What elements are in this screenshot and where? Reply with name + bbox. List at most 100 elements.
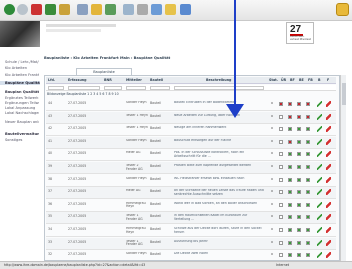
table-row[interactable]: 38 27.07.2005 Sander Heyn Bauteil WC Heizstr… — [46, 175, 336, 187]
status-flag-icon[interactable] — [279, 202, 283, 207]
table-row[interactable]: 34 27.07.2005 Himmelgrau Heyn Bauteil Schlit… — [46, 225, 336, 237]
scrollbar[interactable] — [340, 75, 346, 261]
status-flag-icon[interactable] — [288, 114, 292, 119]
status-flag-icon[interactable] — [306, 127, 310, 132]
sidebar-item[interactable]: Ergänzungen Teilwerk — [5, 101, 39, 105]
status-flag-icon[interactable] — [288, 240, 292, 245]
status-flag-icon[interactable] — [306, 139, 310, 144]
status-flag-icon[interactable] — [306, 202, 310, 207]
status-flag-icon[interactable] — [306, 114, 310, 119]
status-flag-icon[interactable] — [288, 102, 292, 106]
print-icon[interactable] — [137, 4, 148, 15]
check-icon[interactable] — [317, 252, 322, 259]
sidebar-item[interactable]: Klo Arbeiten — [5, 66, 39, 70]
column-header[interactable]: FB — [308, 78, 313, 82]
status-flag-icon[interactable] — [297, 177, 301, 182]
status-flag-icon[interactable] — [279, 215, 283, 220]
status-flag-icon[interactable] — [297, 215, 301, 220]
check-icon[interactable] — [317, 151, 322, 158]
status-flag-icon[interactable] — [306, 152, 310, 157]
edit-pencil-icon[interactable] — [326, 252, 331, 259]
status-flag-icon[interactable] — [279, 228, 283, 232]
edit-pencil-icon[interactable] — [326, 138, 331, 145]
column-header[interactable]: ÜR — [281, 78, 286, 82]
status-flag-icon[interactable] — [279, 152, 283, 157]
row-description-link[interactable]: in den Räumlichkeiten Kabel im Büroraum … — [174, 214, 264, 221]
status-flag-icon[interactable] — [279, 177, 283, 182]
forward-icon[interactable] — [17, 4, 28, 15]
row-description-link[interactable]: Neuige am inneren Rahmenwerk — [174, 126, 264, 130]
check-icon[interactable] — [317, 138, 322, 145]
filter-input[interactable] — [174, 86, 264, 90]
column-header[interactable]: F — [327, 78, 329, 82]
status-flag-icon[interactable] — [297, 240, 301, 245]
check-icon[interactable] — [317, 227, 322, 233]
home-icon[interactable] — [59, 4, 70, 15]
status-flag-icon[interactable] — [288, 202, 292, 207]
status-flag-icon[interactable] — [297, 190, 301, 195]
tab-bauplanliste[interactable]: Bauplanliste — [76, 68, 132, 75]
sidebar-item[interactable]: Ergänztes Teilwerk — [5, 96, 39, 100]
status-flag-icon[interactable] — [306, 102, 310, 106]
history-icon[interactable] — [105, 4, 116, 15]
status-flag-icon[interactable] — [297, 114, 301, 119]
row-description-link[interactable]: Wand leer in Bad sichten, an den Boiler … — [174, 202, 264, 206]
status-flag-icon[interactable] — [297, 127, 301, 132]
stop-icon[interactable] — [31, 4, 42, 15]
favorites-icon[interactable] — [91, 4, 102, 15]
row-description-link[interactable]: an der Stirnseite der neuen Leiste das T… — [174, 189, 264, 196]
edit-pencil-icon[interactable] — [326, 227, 331, 233]
status-flag-icon[interactable] — [306, 165, 310, 169]
row-description-link[interactable]: Ausführung bis Jahrtr — [174, 240, 264, 244]
row-description-link[interactable]: Neue Arbeiten zur Lüftung, aber noch ein — [174, 114, 264, 118]
table-row[interactable]: 39 27.07.2005 Tester 2 Fender AG Bauteil Pfo… — [46, 162, 336, 174]
status-flag-icon[interactable] — [279, 139, 283, 144]
column-header[interactable]: BNR — [104, 78, 112, 82]
filter-input[interactable] — [48, 86, 64, 90]
edit-pencil-icon[interactable] — [326, 176, 331, 183]
scrollbar-thumb[interactable] — [342, 83, 346, 105]
status-flag-icon[interactable] — [297, 139, 301, 144]
status-flag-icon[interactable] — [288, 177, 292, 182]
filter-input[interactable] — [150, 86, 170, 90]
status-flag-icon[interactable] — [297, 165, 301, 169]
table-row[interactable]: 44 27.07.2005 Sander Heyn Bauteil Bauteil Ei… — [46, 99, 336, 111]
sidebar-item[interactable]: Klo Arbeiten Frankfurt ... — [5, 73, 39, 77]
edit-pencil-icon[interactable] — [326, 164, 331, 170]
table-row[interactable]: 43 27.07.2005 Tester 1 Heyn Bauteil Neue Arb… — [46, 111, 336, 124]
edit-pencil-icon[interactable] — [326, 151, 331, 158]
row-description-link[interactable]: Bauschutt entsorgen auf der Fläche — [174, 139, 264, 143]
column-header[interactable]: BF — [290, 78, 295, 82]
column-header[interactable]: B — [318, 78, 321, 82]
status-flag-icon[interactable] — [279, 102, 283, 106]
status-flag-icon[interactable] — [288, 165, 292, 169]
mail-icon[interactable] — [123, 4, 134, 15]
messenger-icon[interactable] — [180, 4, 191, 15]
status-flag-icon[interactable] — [288, 228, 292, 232]
status-flag-icon[interactable] — [306, 177, 310, 182]
edit-pencil-icon[interactable] — [326, 201, 331, 208]
column-header[interactable]: Beschreibung — [206, 78, 231, 82]
filter-input[interactable] — [104, 86, 122, 90]
column-header[interactable]: Erfassung — [68, 78, 87, 82]
sidebar-item[interactable]: Neuer Bauplan anlegen — [5, 120, 39, 124]
check-icon[interactable] — [317, 164, 322, 170]
discuss-icon[interactable] — [165, 4, 176, 15]
status-flag-icon[interactable] — [279, 240, 283, 245]
status-flag-icon[interactable] — [288, 152, 292, 157]
status-flag-icon[interactable] — [297, 102, 301, 106]
table-row[interactable]: 36 27.07.2005 Himmelgrau Heyn Bauteil Wand l… — [46, 200, 336, 212]
status-flag-icon[interactable] — [288, 190, 292, 195]
column-header[interactable]: Mitteiler — [126, 78, 142, 82]
row-description-link[interactable]: Pos. in der Schlussliste kontrolliert, n… — [174, 151, 264, 158]
status-flag-icon[interactable] — [297, 202, 301, 207]
column-header[interactable]: Lfd. — [48, 78, 55, 82]
check-icon[interactable] — [317, 176, 322, 183]
status-flag-icon[interactable] — [288, 139, 292, 144]
edit-pencil-icon[interactable] — [326, 126, 331, 133]
edit-pencil-icon[interactable] — [326, 189, 331, 196]
filter-input[interactable] — [126, 86, 146, 90]
search-icon[interactable] — [77, 4, 88, 15]
table-row[interactable]: 42 27.07.2005 Tester 1 Heyn Bauteil Neuige a… — [46, 124, 336, 137]
table-row[interactable]: 41 27.07.2005 Sander Heyn Bauteil Bauschutt … — [46, 136, 336, 149]
